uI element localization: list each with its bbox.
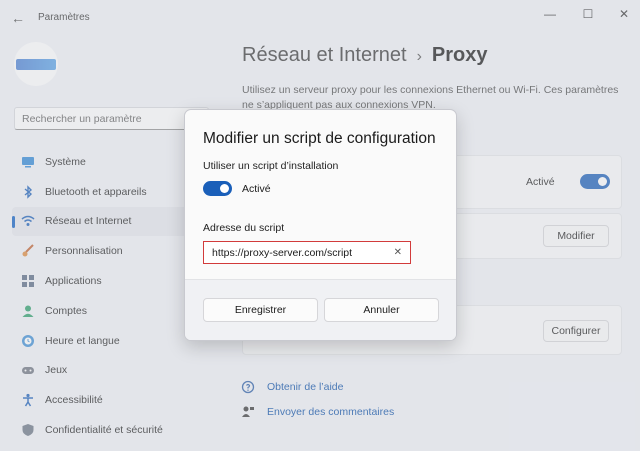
save-button[interactable]: Enregistrer: [203, 298, 318, 322]
clear-icon[interactable]: ✕: [394, 247, 402, 258]
script-address-label: Adresse du script: [203, 222, 285, 234]
use-script-toggle[interactable]: [203, 181, 232, 196]
cancel-button[interactable]: Annuler: [324, 298, 439, 322]
script-address-input[interactable]: https://proxy-server.com/script ✕: [203, 241, 411, 264]
edit-script-dialog: Modifier un script de configuration Util…: [184, 109, 457, 341]
dialog-footer: Enregistrer Annuler: [185, 279, 456, 340]
dialog-title: Modifier un script de configuration: [203, 130, 436, 147]
script-address-value: https://proxy-server.com/script: [212, 246, 353, 259]
settings-window: ← Paramètres — ☐ ✕ Rechercher un paramèt…: [0, 0, 640, 451]
toggle-state-label: Activé: [242, 183, 271, 195]
use-script-label: Utiliser un script d’installation: [203, 160, 339, 172]
